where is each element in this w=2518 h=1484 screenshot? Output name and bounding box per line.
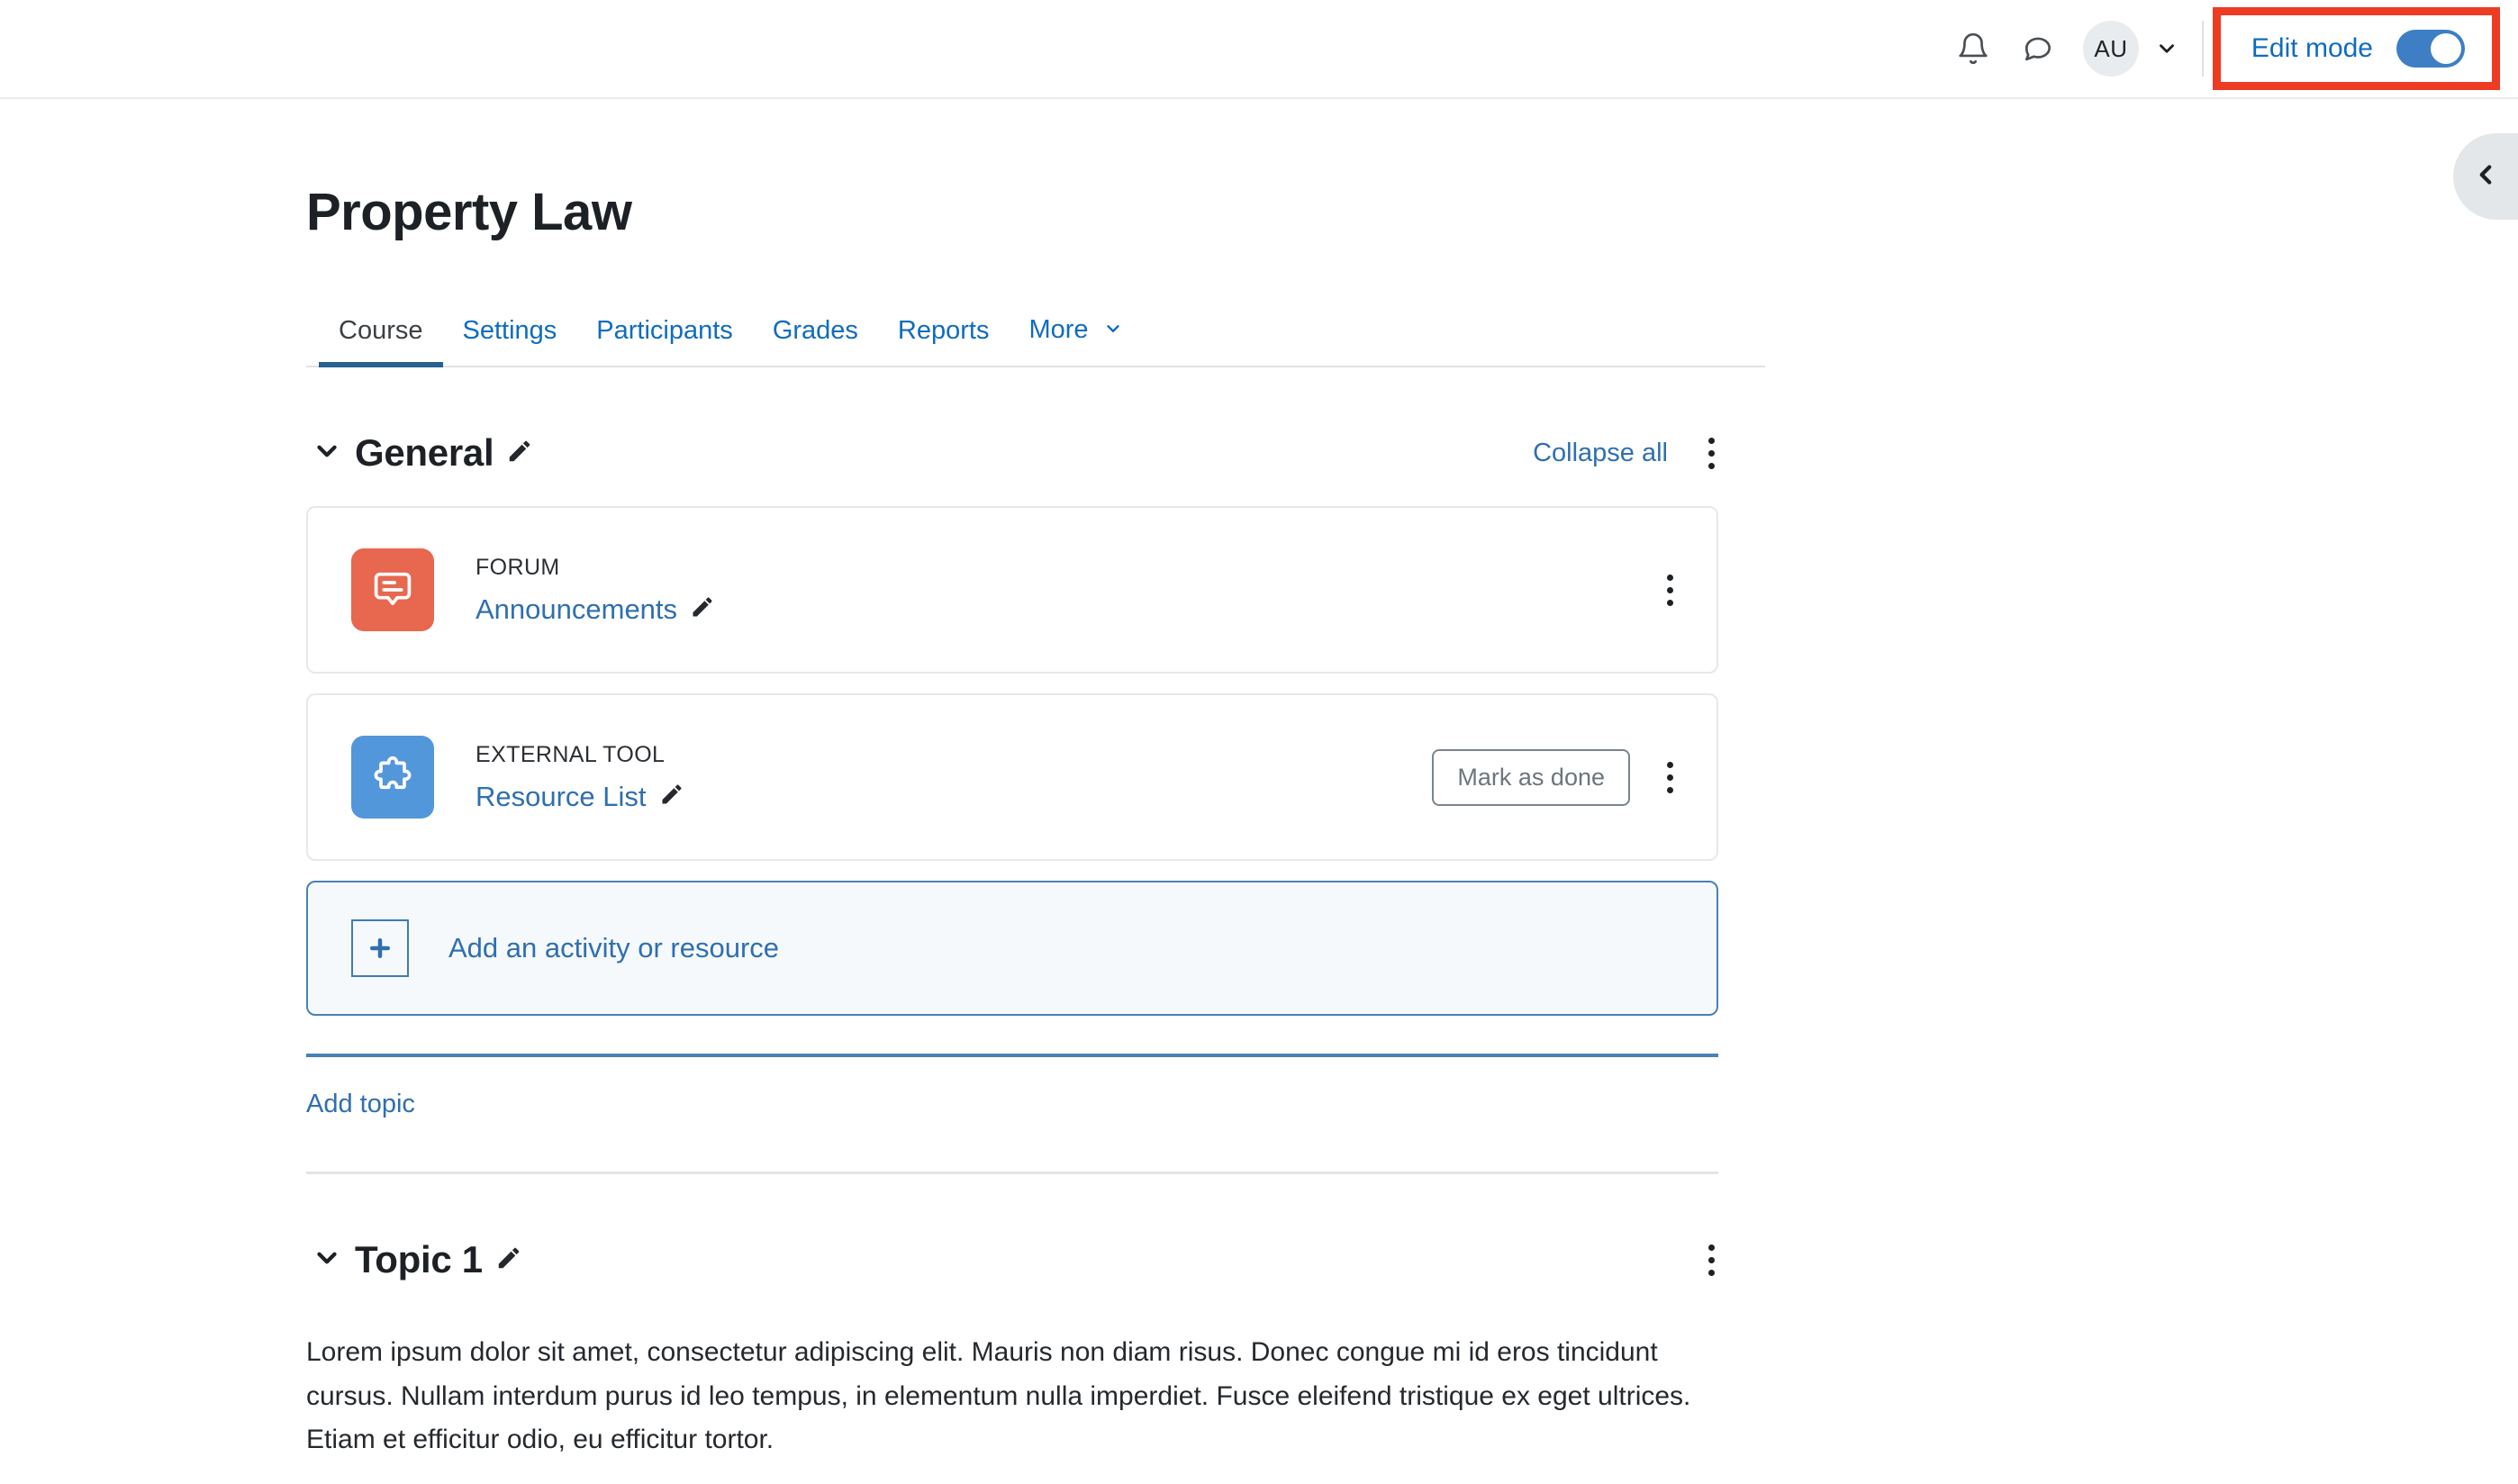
kebab-dot bbox=[1707, 1256, 1715, 1263]
topic1-collapse-toggle[interactable] bbox=[306, 1239, 348, 1280]
activity-name-link[interactable]: Announcements bbox=[476, 593, 677, 626]
general-section-title: General bbox=[355, 431, 494, 474]
activity-name-row: Announcements bbox=[476, 593, 715, 626]
edit-mode-label: Edit mode bbox=[2251, 33, 2373, 63]
navbar-divider bbox=[2201, 21, 2204, 77]
kebab-dot bbox=[1666, 574, 1673, 581]
avatar: AU bbox=[2082, 21, 2139, 77]
activity-type-label: EXTERNAL TOOL bbox=[476, 741, 666, 767]
topic1-section-actions bbox=[1691, 1235, 1765, 1284]
activity-menu-button[interactable] bbox=[1650, 753, 1689, 801]
collapse-all-link[interactable]: Collapse all bbox=[1533, 439, 1668, 468]
tab-more-label: More bbox=[1028, 315, 1089, 345]
general-section-header: General Collapse all bbox=[306, 423, 1765, 483]
tab-reports[interactable]: Reports bbox=[878, 316, 1010, 366]
kebab-dot bbox=[1666, 761, 1673, 768]
activity-menu-button[interactable] bbox=[1650, 566, 1689, 614]
pencil-icon bbox=[690, 594, 715, 624]
topic1-section-menu-button[interactable] bbox=[1691, 1235, 1731, 1284]
kebab-dot bbox=[1666, 586, 1673, 593]
activity-info-forum: FORUM Announcements bbox=[476, 555, 715, 626]
notifications-button[interactable] bbox=[1941, 16, 2006, 81]
tab-grades-label: Grades bbox=[772, 316, 858, 345]
plus-icon bbox=[351, 919, 409, 977]
tab-reports-label: Reports bbox=[897, 316, 990, 345]
kebab-dot bbox=[1666, 786, 1673, 793]
edit-activity-name-button[interactable] bbox=[659, 782, 684, 811]
chevron-down-icon bbox=[1103, 316, 1123, 346]
tab-more[interactable]: More bbox=[1009, 315, 1142, 366]
top-navbar: AU Edit mode bbox=[0, 0, 2518, 99]
activity-type-label: FORUM bbox=[476, 554, 560, 580]
topic1-summary-text: Lorem ipsum dolor sit amet, consectetur … bbox=[306, 1337, 1691, 1455]
course-page: Property Law Course Settings Participant… bbox=[0, 99, 2518, 1462]
topic1-title: Topic 1 bbox=[355, 1238, 483, 1280]
toggle-knob bbox=[2431, 33, 2461, 64]
navbar-right-group: AU Edit mode bbox=[1941, 0, 2518, 97]
topic1-section-header: Topic 1 bbox=[306, 1230, 1765, 1289]
kebab-dot bbox=[1666, 599, 1673, 606]
edit-topic1-name-button[interactable] bbox=[495, 1244, 522, 1276]
forum-icon bbox=[351, 548, 434, 631]
chevron-down-icon bbox=[312, 1243, 342, 1278]
edit-mode-annotation: Edit mode bbox=[2212, 7, 2500, 90]
activity-name-link[interactable]: Resource List bbox=[476, 781, 647, 813]
activity-actions-forum bbox=[1650, 566, 1689, 614]
user-menu[interactable]: AU bbox=[2082, 21, 2186, 77]
add-activity-label: Add an activity or resource bbox=[448, 932, 780, 964]
activity-name-row: Resource List bbox=[476, 781, 684, 813]
tab-participants[interactable]: Participants bbox=[576, 316, 753, 366]
puzzle-piece-icon bbox=[351, 736, 434, 819]
pencil-icon bbox=[659, 782, 684, 811]
general-activity-list: FORUM Announcements EXTERNAL TOOL Resour… bbox=[306, 506, 1718, 1016]
course-nav-tabs: Course Settings Participants Grades Repo… bbox=[306, 292, 1765, 367]
tab-grades[interactable]: Grades bbox=[753, 316, 878, 366]
edit-general-section-name-button[interactable] bbox=[506, 438, 533, 469]
kebab-dot bbox=[1707, 462, 1715, 469]
general-collapse-toggle[interactable] bbox=[306, 432, 348, 474]
section-separator-blue bbox=[306, 1054, 1718, 1057]
tab-participants-label: Participants bbox=[596, 316, 733, 345]
kebab-dot bbox=[1707, 1269, 1715, 1276]
section-separator-gray bbox=[306, 1172, 1718, 1174]
activity-card-external-tool[interactable]: EXTERNAL TOOL Resource List Mark as done bbox=[306, 693, 1718, 861]
kebab-dot bbox=[1707, 437, 1715, 444]
general-section-menu-button[interactable] bbox=[1691, 429, 1731, 477]
tab-course-label: Course bbox=[339, 316, 423, 345]
edit-mode-control[interactable]: Edit mode bbox=[2233, 24, 2479, 73]
pencil-icon bbox=[506, 438, 533, 469]
kebab-dot bbox=[1666, 774, 1673, 781]
tab-settings[interactable]: Settings bbox=[443, 316, 577, 366]
chevron-down-icon bbox=[2155, 37, 2178, 60]
edit-activity-name-button[interactable] bbox=[690, 594, 715, 624]
activity-card-forum[interactable]: FORUM Announcements bbox=[306, 506, 1718, 674]
kebab-dot bbox=[1707, 449, 1715, 457]
activity-actions-external-tool: Mark as done bbox=[1432, 748, 1689, 806]
mark-as-done-button[interactable]: Mark as done bbox=[1432, 748, 1630, 806]
chevron-left-icon bbox=[2470, 159, 2501, 195]
page-title: Property Law bbox=[306, 183, 632, 241]
bell-icon bbox=[1956, 32, 1990, 66]
edit-mode-toggle[interactable] bbox=[2396, 30, 2465, 68]
tab-course[interactable]: Course bbox=[319, 316, 443, 367]
tab-settings-label: Settings bbox=[462, 316, 557, 345]
activity-info-external-tool: EXTERNAL TOOL Resource List bbox=[476, 742, 684, 813]
add-activity-or-resource-button[interactable]: Add an activity or resource bbox=[306, 881, 1718, 1016]
message-bubble-icon bbox=[2021, 32, 2055, 66]
add-topic-link[interactable]: Add topic bbox=[306, 1090, 415, 1119]
general-section-actions: Collapse all bbox=[1533, 429, 1765, 477]
chevron-down-icon bbox=[312, 436, 342, 471]
pencil-icon bbox=[495, 1244, 522, 1276]
course-content: Property Law Course Settings Participant… bbox=[306, 99, 1765, 1462]
kebab-dot bbox=[1707, 1244, 1715, 1251]
messages-button[interactable] bbox=[2006, 16, 2070, 81]
